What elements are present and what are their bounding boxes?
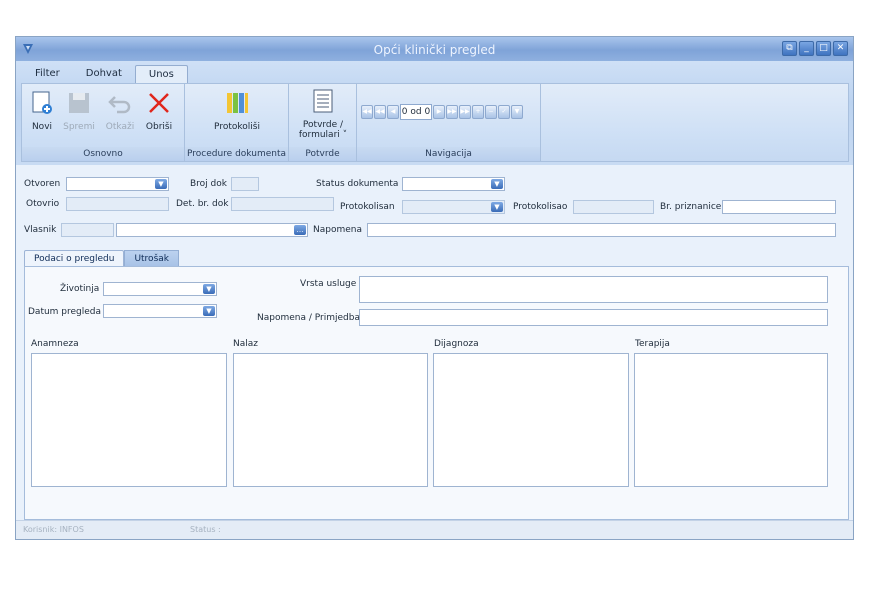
- vlasnik-lookup[interactable]: …: [116, 223, 308, 237]
- protokolisao-field[interactable]: [573, 200, 654, 214]
- obrisi-button[interactable]: Obriši: [143, 90, 175, 132]
- vlasnik-label: Vlasnik: [24, 225, 57, 235]
- prev-record-icon[interactable]: ◀: [387, 105, 399, 119]
- tab-unos[interactable]: Unos: [134, 65, 188, 84]
- napomena-primjedba-label: Napomena / Primjedba: [257, 313, 360, 323]
- prev-page-icon[interactable]: ◀◀: [374, 105, 386, 119]
- delete-icon: [149, 93, 169, 113]
- br-priznanice-label: Br. priznanice: [660, 202, 722, 212]
- tab-utrosak[interactable]: Utrošak: [124, 250, 179, 267]
- group-label-osnovno: Osnovno: [22, 147, 184, 161]
- tab-dohvat[interactable]: Dohvat: [73, 65, 135, 83]
- lookup-icon: …: [294, 225, 306, 235]
- calendar-dropdown-icon: ▼: [203, 306, 215, 316]
- vlasnik-code-field[interactable]: [61, 223, 114, 237]
- record-position: 0 od 0: [400, 104, 432, 120]
- group-potvrde: Potvrde / formulari ˅ Potvrde: [289, 84, 357, 161]
- broj-dok-label: Broj dok: [190, 179, 227, 189]
- group-label-potvrde: Potvrde: [289, 147, 356, 161]
- window-title: Opći klinički pregled: [373, 43, 496, 57]
- terapija-textarea[interactable]: [634, 353, 828, 487]
- group-navigacija: ◀◀ ◀◀ ◀ 0 od 0 ▶ ▶▶ ▶▶ + − ✓ ▼ Navigacij…: [357, 84, 541, 161]
- binders-icon: [227, 93, 248, 113]
- nalaz-textarea[interactable]: [233, 353, 428, 487]
- zivotinja-label: Životinja: [60, 284, 100, 294]
- status-dokumenta-label: Status dokumenta: [316, 179, 399, 189]
- chevron-down-icon: ▼: [491, 179, 503, 189]
- group-osnovno: Novi Spremi Otkaži Obriši Osnovno: [22, 84, 185, 161]
- edit-record-icon[interactable]: ✓: [498, 105, 510, 119]
- br-priznanice-field[interactable]: [722, 200, 836, 214]
- datum-pregleda-picker[interactable]: ▼: [103, 304, 217, 318]
- restore-icon[interactable]: ⧉: [782, 41, 797, 56]
- status-dokumenta-dropdown[interactable]: ▼: [402, 177, 505, 191]
- datum-pregleda-label: Datum pregleda: [28, 307, 102, 317]
- otkazi-button[interactable]: Otkaži: [105, 90, 135, 132]
- anamneza-textarea[interactable]: [31, 353, 227, 487]
- dijagnoza-label: Dijagnoza: [434, 339, 479, 349]
- group-procedure: Protokoliši Procedure dokumenta: [185, 84, 289, 161]
- title-bar: Opći klinički pregled ⧉ _ □ ✕: [16, 37, 853, 61]
- terapija-label: Terapija: [635, 339, 670, 349]
- otvoren-label: Otvoren: [24, 179, 61, 189]
- napomena-primjedba-field[interactable]: [359, 309, 828, 326]
- nalaz-label: Nalaz: [233, 339, 258, 349]
- remove-record-icon[interactable]: −: [485, 105, 497, 119]
- chevron-down-icon: ▼: [155, 179, 167, 189]
- form-icon: [313, 89, 333, 113]
- protokolisan-label: Protokolisan: [340, 202, 395, 212]
- vrsta-usluge-label: Vrsta usluge: [300, 279, 357, 289]
- minimize-button[interactable]: _: [799, 41, 814, 56]
- potvrde-formulari-button[interactable]: Potvrde / formulari ˅: [293, 88, 353, 140]
- korisnik-status: Korisnik: INFOS: [23, 525, 84, 534]
- status-text: Status :: [190, 525, 221, 534]
- group-label-procedure: Procedure dokumenta: [185, 147, 288, 161]
- protokolisao-label: Protokolisao: [513, 202, 568, 212]
- ribbon: Filter Dohvat Unos Novi Spremi Otkaži Ob…: [16, 61, 853, 165]
- filter-icon[interactable]: ▼: [511, 105, 523, 119]
- protokolisi-button[interactable]: Protokoliši: [207, 90, 267, 132]
- otovrio-label: Otovrio: [26, 199, 60, 209]
- vrsta-usluge-field[interactable]: [359, 276, 828, 303]
- dijagnoza-textarea[interactable]: [433, 353, 629, 487]
- ribbon-panel: Novi Spremi Otkaži Obriši Osnovno Protok…: [21, 83, 849, 162]
- main-window: Opći klinički pregled ⧉ _ □ ✕ Filter Doh…: [15, 36, 854, 540]
- status-bar: Korisnik: INFOS Status :: [16, 520, 853, 539]
- novi-button[interactable]: Novi: [28, 90, 56, 132]
- next-record-icon[interactable]: ▶: [433, 105, 445, 119]
- maximize-button[interactable]: □: [816, 41, 831, 56]
- last-page-icon[interactable]: ▶▶: [459, 105, 471, 119]
- otvoren-dropdown[interactable]: ▼: [66, 177, 169, 191]
- save-icon: [69, 93, 89, 113]
- chevron-down-icon: ▼: [491, 202, 503, 212]
- det-br-dok-field[interactable]: [231, 197, 334, 211]
- next-page-icon[interactable]: ▶▶: [446, 105, 458, 119]
- spremi-button[interactable]: Spremi: [62, 90, 96, 132]
- napomena-field[interactable]: [367, 223, 836, 237]
- tab-filter[interactable]: Filter: [22, 65, 73, 83]
- first-page-icon[interactable]: ◀◀: [361, 105, 373, 119]
- anamneza-label: Anamneza: [31, 339, 79, 349]
- chevron-down-icon: ▼: [203, 284, 215, 294]
- otovrio-field[interactable]: [66, 197, 169, 211]
- add-record-icon[interactable]: +: [472, 105, 484, 119]
- napomena-label: Napomena: [313, 225, 362, 235]
- new-document-icon: [32, 91, 52, 114]
- tab-podaci-o-pregledu[interactable]: Podaci o pregledu: [24, 250, 125, 267]
- zivotinja-dropdown[interactable]: ▼: [103, 282, 217, 296]
- broj-dok-field[interactable]: [231, 177, 259, 191]
- undo-icon: [108, 96, 131, 114]
- exam-panel: Životinja ▼ Datum pregleda ▼ Vrsta uslug…: [24, 266, 849, 520]
- det-br-dok-label: Det. br. dok: [176, 199, 229, 209]
- group-label-navigacija: Navigacija: [357, 147, 540, 161]
- protokolisan-dropdown[interactable]: ▼: [402, 200, 505, 214]
- close-button[interactable]: ✕: [833, 41, 848, 56]
